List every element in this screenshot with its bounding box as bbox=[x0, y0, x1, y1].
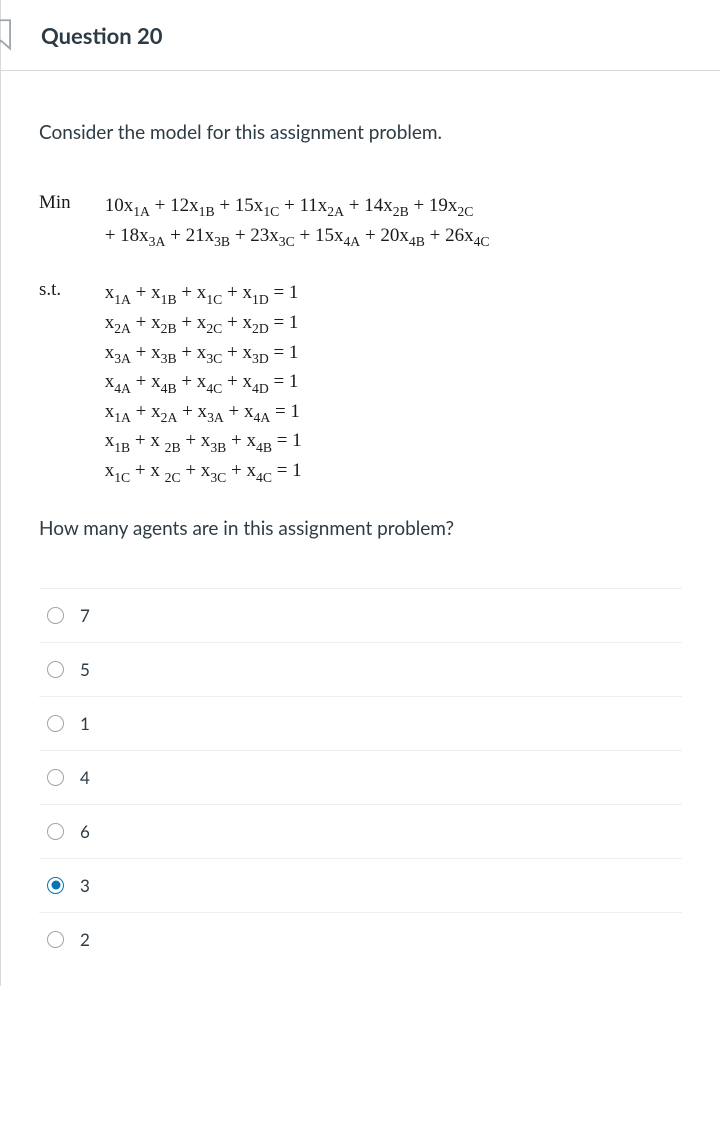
constraints-list: x1A + x1B + x1C + x1D = 1x2A + x2B + x2C… bbox=[105, 279, 490, 486]
answer-option-label: 2 bbox=[80, 929, 90, 950]
math-block: Min 10x1A + 12x1B + 15x1C + 11x2A + 14x2… bbox=[39, 192, 682, 487]
question-title: Question 20 bbox=[41, 22, 163, 49]
radio-button[interactable] bbox=[47, 715, 64, 732]
answer-options: 7 5 1 4 6 3 2 bbox=[39, 588, 682, 966]
objective-line-2: + 18x3A + 21x3B + 23x3C + 15x4A + 20x4B … bbox=[105, 222, 490, 252]
answer-option-label: 4 bbox=[80, 767, 90, 788]
answer-option[interactable]: 3 bbox=[39, 859, 682, 913]
answer-option[interactable]: 7 bbox=[39, 589, 682, 643]
st-label: s.t. bbox=[39, 279, 105, 486]
answer-option-label: 5 bbox=[80, 659, 90, 680]
question-body: Consider the model for this assignment p… bbox=[1, 71, 720, 986]
answer-option-label: 6 bbox=[80, 821, 90, 842]
answer-option-label: 1 bbox=[80, 713, 90, 734]
answer-option-label: 3 bbox=[80, 875, 90, 896]
bookmark-icon bbox=[0, 18, 15, 52]
constraint-line: x4A + x4B + x4C + x4D = 1 bbox=[105, 368, 490, 398]
radio-button[interactable] bbox=[47, 877, 64, 894]
question-header: Question 20 bbox=[1, 0, 720, 71]
constraint-line: x3A + x3B + x3C + x3D = 1 bbox=[105, 339, 490, 369]
objective-line-1: 10x1A + 12x1B + 15x1C + 11x2A + 14x2B + … bbox=[105, 192, 490, 222]
answer-option[interactable]: 4 bbox=[39, 751, 682, 805]
answer-option[interactable]: 6 bbox=[39, 805, 682, 859]
radio-button[interactable] bbox=[47, 607, 64, 624]
radio-button[interactable] bbox=[47, 769, 64, 786]
answer-option[interactable]: 2 bbox=[39, 913, 682, 966]
min-label: Min bbox=[39, 192, 105, 279]
constraint-line: x2A + x2B + x2C + x2D = 1 bbox=[105, 309, 490, 339]
constraint-line: x1A + x1B + x1C + x1D = 1 bbox=[105, 279, 490, 309]
flag-icon-wrap[interactable] bbox=[0, 18, 41, 52]
answer-option[interactable]: 5 bbox=[39, 643, 682, 697]
question-followup: How many agents are in this assignment p… bbox=[39, 517, 682, 540]
radio-button[interactable] bbox=[47, 823, 64, 840]
constraint-line: x1C + x 2C + x3C + x4C = 1 bbox=[105, 457, 490, 487]
constraint-line: x1B + x 2B + x3B + x4B = 1 bbox=[105, 427, 490, 457]
question-container: Question 20 Consider the model for this … bbox=[0, 0, 720, 986]
radio-button[interactable] bbox=[47, 661, 64, 678]
radio-button[interactable] bbox=[47, 931, 64, 948]
constraint-line: x1A + x2A + x3A + x4A = 1 bbox=[105, 398, 490, 428]
answer-option[interactable]: 1 bbox=[39, 697, 682, 751]
objective-function: 10x1A + 12x1B + 15x1C + 11x2A + 14x2B + … bbox=[105, 192, 490, 279]
question-prompt: Consider the model for this assignment p… bbox=[39, 121, 682, 144]
answer-option-label: 7 bbox=[80, 605, 90, 626]
